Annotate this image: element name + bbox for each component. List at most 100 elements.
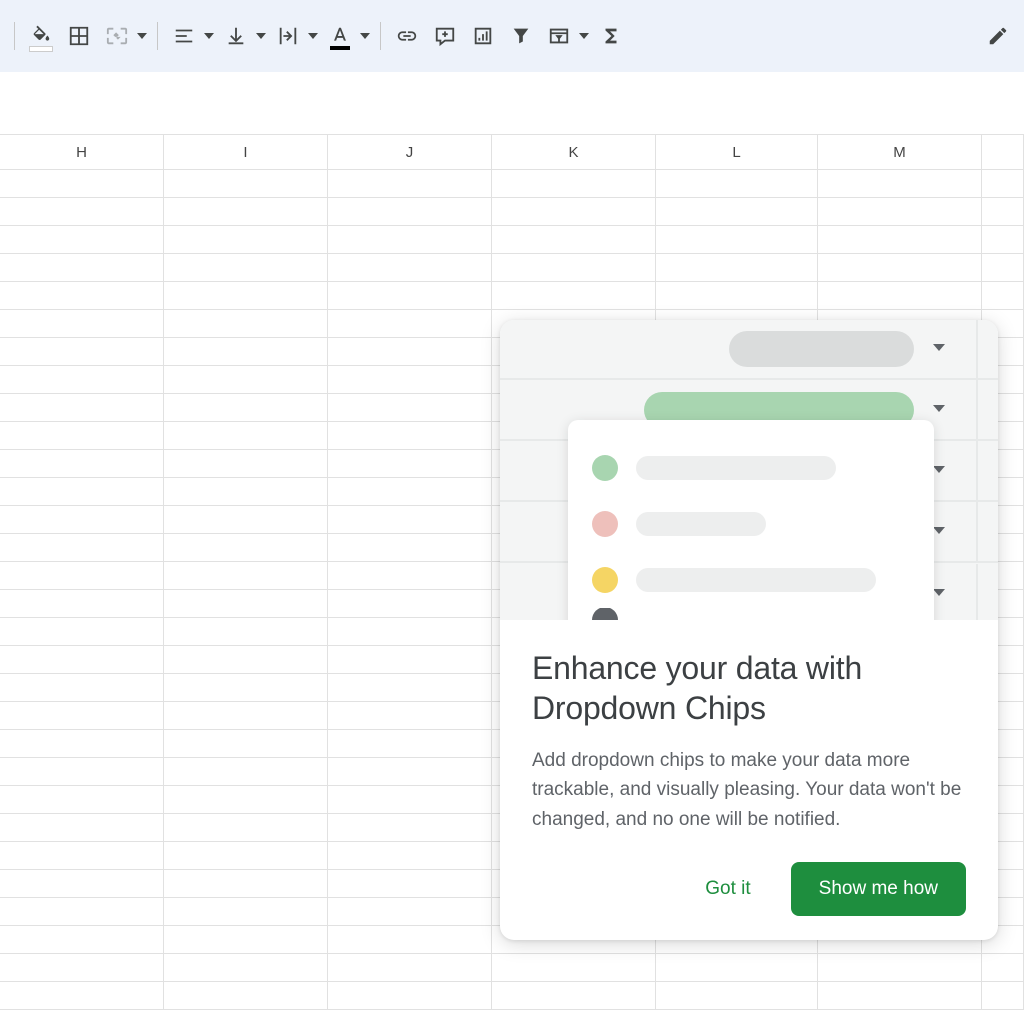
grid-cell[interactable] — [656, 254, 818, 281]
grid-cell[interactable] — [982, 982, 1024, 1009]
grid-cell[interactable] — [818, 170, 982, 197]
grid-cell[interactable] — [328, 730, 492, 757]
edit-pen-button[interactable] — [980, 18, 1016, 54]
grid-cell[interactable] — [328, 254, 492, 281]
grid-cell[interactable] — [164, 310, 328, 337]
grid-cell[interactable] — [818, 282, 982, 309]
grid-cell[interactable] — [164, 842, 328, 869]
grid-cell[interactable] — [164, 226, 328, 253]
grid-cell[interactable] — [164, 730, 328, 757]
grid-cell[interactable] — [0, 478, 164, 505]
grid-cell[interactable] — [328, 702, 492, 729]
grid-cell[interactable] — [328, 590, 492, 617]
column-header-partial[interactable] — [982, 135, 1024, 169]
grid-cell[interactable] — [328, 226, 492, 253]
grid-cell[interactable] — [328, 926, 492, 953]
grid-cell[interactable] — [656, 198, 818, 225]
grid-cell[interactable] — [328, 534, 492, 561]
grid-cell[interactable] — [328, 170, 492, 197]
grid-cell[interactable] — [0, 534, 164, 561]
wrap-caret[interactable] — [306, 18, 320, 54]
grid-cell[interactable] — [656, 982, 818, 1009]
grid-cell[interactable] — [164, 590, 328, 617]
grid-cell[interactable] — [0, 590, 164, 617]
grid-cell[interactable] — [656, 954, 818, 981]
grid-cell[interactable] — [164, 898, 328, 925]
grid-cell[interactable] — [492, 198, 656, 225]
grid-cell[interactable] — [0, 842, 164, 869]
grid-cell[interactable] — [818, 226, 982, 253]
column-header-M[interactable]: M — [818, 135, 982, 169]
grid-cell[interactable] — [818, 954, 982, 981]
grid-cell[interactable] — [0, 870, 164, 897]
grid-cell[interactable] — [0, 282, 164, 309]
grid-cell[interactable] — [492, 282, 656, 309]
grid-cell[interactable] — [328, 674, 492, 701]
grid-cell[interactable] — [0, 310, 164, 337]
grid-cell[interactable] — [0, 198, 164, 225]
column-header-J[interactable]: J — [328, 135, 492, 169]
grid-cell[interactable] — [164, 394, 328, 421]
grid-cell[interactable] — [982, 170, 1024, 197]
grid-cell[interactable] — [164, 758, 328, 785]
grid-cell[interactable] — [164, 338, 328, 365]
grid-cell[interactable] — [164, 254, 328, 281]
grid-cell[interactable] — [164, 198, 328, 225]
column-header-K[interactable]: K — [492, 135, 656, 169]
grid-cell[interactable] — [164, 506, 328, 533]
grid-cell[interactable] — [0, 674, 164, 701]
filter-views-dropdown[interactable] — [541, 18, 591, 54]
grid-cell[interactable] — [0, 982, 164, 1009]
grid-cell[interactable] — [492, 954, 656, 981]
grid-cell[interactable] — [328, 898, 492, 925]
grid-cell[interactable] — [328, 394, 492, 421]
borders-button[interactable] — [61, 18, 97, 54]
horizontal-align-button[interactable] — [166, 18, 202, 54]
grid-cell[interactable] — [328, 870, 492, 897]
horizontal-align-dropdown[interactable] — [166, 18, 216, 54]
column-header-I[interactable]: I — [164, 135, 328, 169]
grid-cell[interactable] — [328, 758, 492, 785]
vertical-align-dropdown[interactable] — [218, 18, 268, 54]
grid-cell[interactable] — [328, 814, 492, 841]
grid-cell[interactable] — [164, 982, 328, 1009]
grid-cell[interactable] — [0, 758, 164, 785]
grid-cell[interactable] — [982, 198, 1024, 225]
grid-cell[interactable] — [328, 422, 492, 449]
insert-chart-button[interactable] — [465, 18, 501, 54]
grid-cell[interactable] — [164, 450, 328, 477]
grid-cell[interactable] — [328, 506, 492, 533]
vertical-align-button[interactable] — [218, 18, 254, 54]
grid-cell[interactable] — [164, 646, 328, 673]
text-wrap-dropdown[interactable] — [270, 18, 320, 54]
grid-cell[interactable] — [328, 310, 492, 337]
grid-cell[interactable] — [0, 954, 164, 981]
grid-cell[interactable] — [164, 618, 328, 645]
grid-cell[interactable] — [328, 282, 492, 309]
grid-cell[interactable] — [0, 450, 164, 477]
grid-cell[interactable] — [164, 954, 328, 981]
grid-cell[interactable] — [164, 534, 328, 561]
functions-button[interactable] — [593, 18, 629, 54]
grid-cell[interactable] — [328, 450, 492, 477]
grid-cell[interactable] — [656, 170, 818, 197]
grid-cell[interactable] — [818, 254, 982, 281]
grid-cell[interactable] — [982, 954, 1024, 981]
grid-cell[interactable] — [328, 646, 492, 673]
text-color-button[interactable] — [322, 18, 358, 54]
grid-cell[interactable] — [164, 926, 328, 953]
show-me-how-button[interactable]: Show me how — [791, 862, 966, 916]
grid-cell[interactable] — [0, 338, 164, 365]
grid-cell[interactable] — [164, 674, 328, 701]
grid-cell[interactable] — [164, 422, 328, 449]
grid-cell[interactable] — [328, 982, 492, 1009]
grid-cell[interactable] — [982, 226, 1024, 253]
grid-cell[interactable] — [492, 226, 656, 253]
grid-cell[interactable] — [656, 226, 818, 253]
grid-cell[interactable] — [328, 842, 492, 869]
grid-cell[interactable] — [0, 506, 164, 533]
column-header-L[interactable]: L — [656, 135, 818, 169]
filter-button[interactable] — [503, 18, 539, 54]
grid-cell[interactable] — [328, 954, 492, 981]
grid-cell[interactable] — [164, 814, 328, 841]
